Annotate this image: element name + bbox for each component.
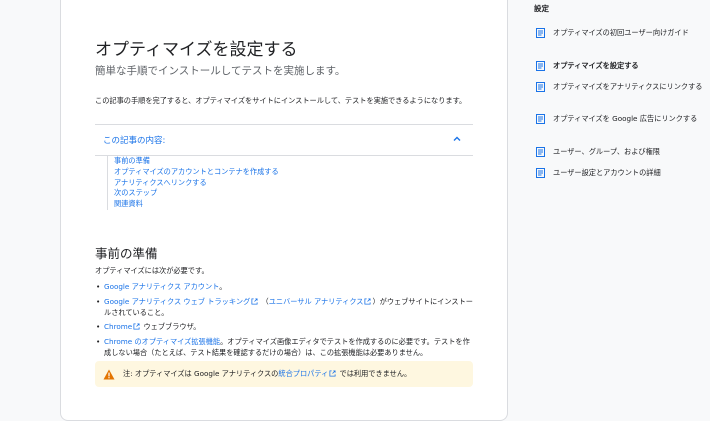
sidebar-item-label: オプティマイズをアナリティクスにリンクする bbox=[553, 82, 703, 91]
sidebar-item-user-settings[interactable]: ユーザー設定とアカウントの詳細 bbox=[536, 168, 706, 179]
external-link-icon bbox=[251, 298, 258, 305]
toc-link[interactable]: 関連資料 bbox=[114, 199, 279, 210]
sidebar-item-label: ユーザー、グループ、および権限 bbox=[553, 147, 660, 156]
document-icon bbox=[536, 82, 545, 92]
list-item: Chrome ウェブブラウザ。 bbox=[95, 322, 473, 333]
list-item-text: ウェブブラウザ。 bbox=[141, 322, 201, 332]
analytics-account-link[interactable]: Google アナリティクス アカウント bbox=[104, 282, 219, 291]
chevron-up-icon[interactable] bbox=[451, 133, 463, 145]
universal-analytics-link[interactable]: ユニバーサル アナリティクス bbox=[269, 297, 364, 306]
page-subtitle: 簡単な手順でインストールしてテストを実施します。 bbox=[95, 65, 346, 77]
list-item-text: 。 bbox=[219, 282, 227, 291]
external-link-icon bbox=[329, 370, 336, 377]
note-callout: 注: オプティマイズは Google アナリティクスの統合プロパティ では利用で… bbox=[95, 361, 473, 387]
sidebar-item-label: オプティマイズを設定する bbox=[553, 61, 639, 70]
section-heading: 事前の準備 bbox=[95, 246, 158, 261]
web-tracking-link[interactable]: Google アナリティクス ウェブ トラッキング bbox=[104, 297, 250, 306]
sidebar-item-users-groups-permissions[interactable]: ユーザー、グループ、および権限 bbox=[536, 147, 706, 158]
note-text: 注: オプティマイズは Google アナリティクスの統合プロパティ では利用で… bbox=[123, 369, 411, 379]
intro-paragraph: この記事の手順を完了すると、オプティマイズをサイトにインストールして、テストを実… bbox=[95, 96, 467, 105]
sidebar-item-label: ユーザー設定とアカウントの詳細 bbox=[553, 168, 661, 177]
page-title: オプティマイズを設定する bbox=[95, 40, 298, 60]
unified-property-link[interactable]: 統合プロパティ bbox=[278, 369, 328, 378]
article-card: オプティマイズを設定する 簡単な手順でインストールしてテストを実施します。 この… bbox=[60, 0, 508, 421]
external-link-icon bbox=[364, 298, 372, 305]
sidebar-item-set-up-optimize[interactable]: オプティマイズを設定する bbox=[536, 61, 706, 72]
requirements-intro: オプティマイズには次が必要です。 bbox=[95, 266, 209, 275]
list-item-text: （ bbox=[259, 296, 269, 306]
toc-title: この記事の内容: bbox=[103, 136, 166, 146]
chrome-link[interactable]: Chrome bbox=[104, 322, 132, 331]
list-item: Google アナリティクス アカウント。 bbox=[95, 282, 473, 293]
toc-link[interactable]: アナリティクスへリンクする bbox=[114, 178, 279, 189]
sidebar-item-link-google-ads[interactable]: オプティマイズを Google 広告にリンクする bbox=[536, 114, 706, 125]
optimize-extension-link[interactable]: Chrome のオプティマイズ拡張機能 bbox=[104, 337, 220, 346]
toc-link[interactable]: オプティマイズのアカウントとコンテナを作成する bbox=[114, 167, 279, 178]
toc-list: 事前の準備 オプティマイズのアカウントとコンテナを作成する アナリティクスへリン… bbox=[107, 156, 279, 210]
note-text-after: では利用できません。 bbox=[337, 369, 412, 378]
document-icon bbox=[536, 168, 545, 178]
sidebar-item-label: オプティマイズを Google 広告にリンクする bbox=[553, 114, 698, 123]
toc-link[interactable]: 事前の準備 bbox=[114, 156, 279, 167]
sidebar-item-label: オプティマイズの初回ユーザー向けガイド bbox=[553, 28, 689, 37]
document-icon bbox=[536, 61, 545, 71]
warning-icon bbox=[103, 369, 115, 380]
external-link-icon bbox=[133, 323, 140, 330]
sidebar-item-link-analytics[interactable]: オプティマイズをアナリティクスにリンクする bbox=[536, 82, 706, 93]
sidebar-item-first-time-guide[interactable]: オプティマイズの初回ユーザー向けガイド bbox=[536, 28, 706, 39]
requirements-list: Google アナリティクス アカウント。 Google アナリティクス ウェブ… bbox=[95, 282, 473, 363]
list-item: Chrome のオプティマイズ拡張機能。オプティマイズ画像エディタでテストを作成… bbox=[95, 337, 473, 359]
toc-header[interactable]: この記事の内容: bbox=[95, 124, 473, 156]
list-item: Google アナリティクス ウェブ トラッキング （ユニバーサル アナリティク… bbox=[95, 297, 473, 319]
sidebar-title: 設定 bbox=[534, 4, 549, 13]
document-icon bbox=[536, 147, 545, 157]
toc-link[interactable]: 次のステップ bbox=[114, 188, 279, 199]
note-text-before: 注: オプティマイズは Google アナリティクスの bbox=[123, 369, 279, 378]
document-icon bbox=[536, 28, 545, 38]
document-icon bbox=[536, 114, 545, 124]
